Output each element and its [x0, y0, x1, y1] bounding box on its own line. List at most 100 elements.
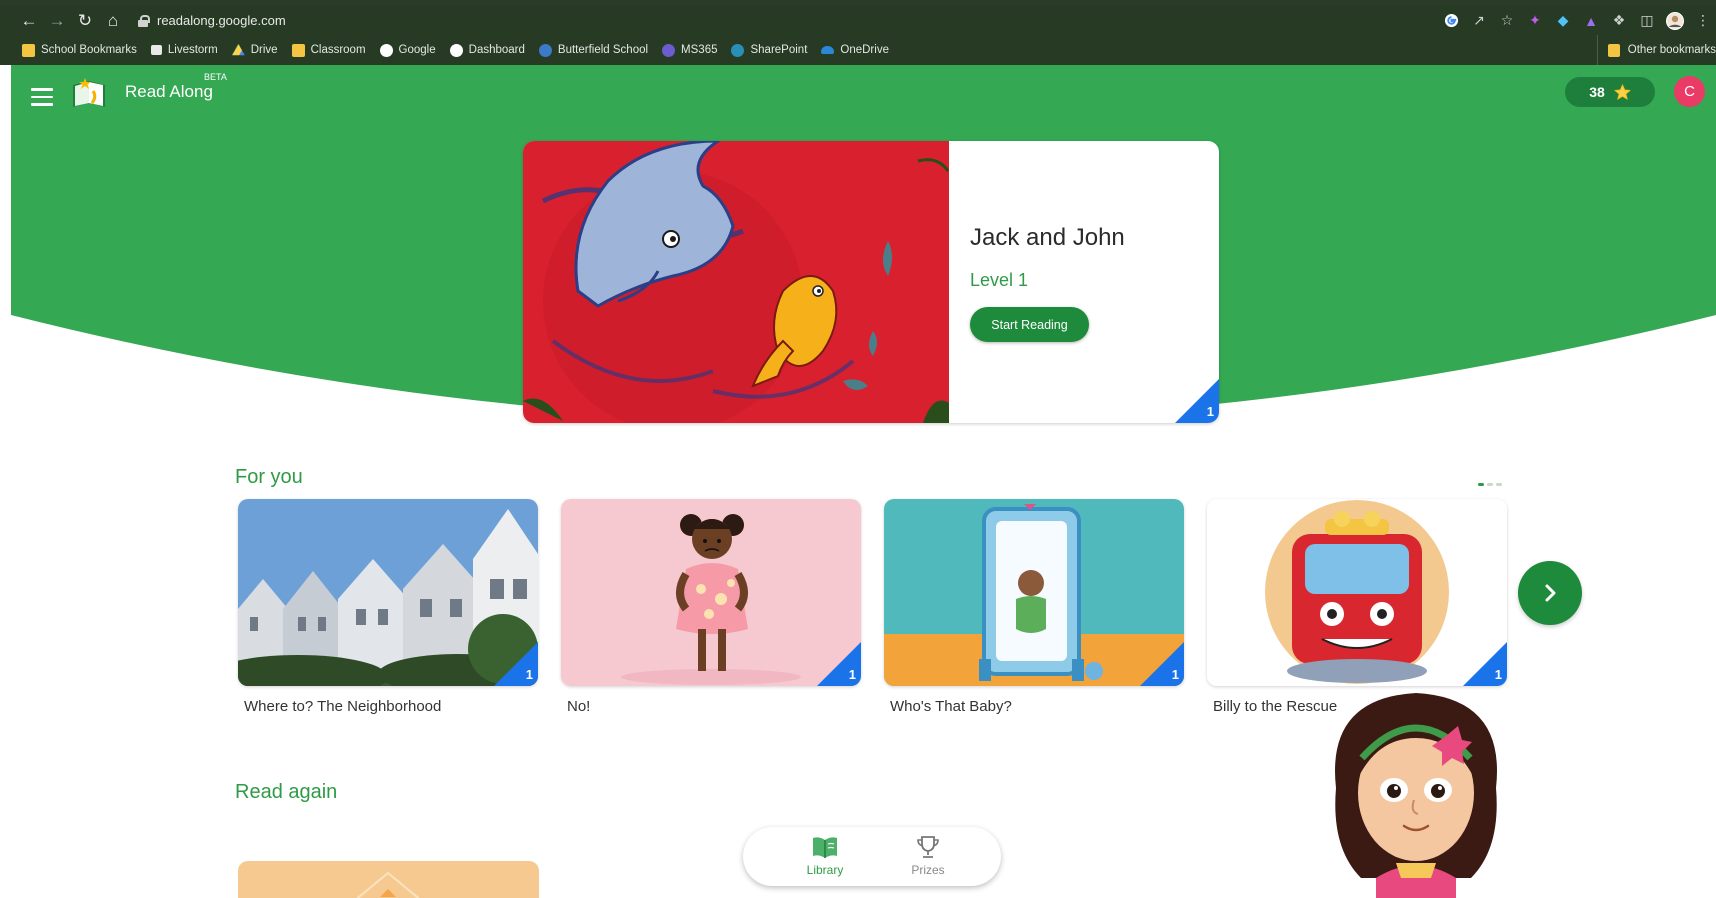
bookmark-label: School Bookmarks — [41, 44, 137, 56]
bookmark-school-bookmarks[interactable]: School Bookmarks — [22, 43, 137, 57]
bookmark-label: Drive — [250, 44, 278, 56]
brand-name: Read Along — [125, 82, 213, 101]
other-bookmarks-label: Other bookmarks — [1627, 44, 1716, 56]
read-along-logo[interactable] — [71, 77, 107, 111]
share-icon[interactable]: ↗ — [1470, 12, 1488, 30]
book-title: Who's That Baby? — [890, 698, 1012, 715]
extension-diamond-icon[interactable]: ◆ — [1554, 12, 1572, 30]
tab-library-label: Library — [806, 863, 844, 877]
sharepoint-icon — [538, 43, 552, 57]
read-again-book-card[interactable] — [238, 861, 539, 898]
level-badge-number: 1 — [848, 667, 856, 682]
level-badge: 1 — [1140, 642, 1184, 686]
featured-book-title: Jack and John — [970, 224, 1125, 251]
lock-icon — [138, 14, 150, 27]
featured-book-card[interactable]: Jack and John Level 1 Start Reading 1 — [523, 141, 1219, 423]
book-cover-image — [356, 871, 420, 898]
bookmark-sharepoint[interactable]: SharePoint — [731, 43, 808, 57]
ms365-icon — [662, 43, 676, 57]
bookmark-label: Google — [398, 44, 436, 56]
book-card[interactable]: 1 Where to? The Neighborhood — [238, 499, 538, 715]
star-icon — [1614, 83, 1631, 100]
extensions-puzzle-icon[interactable]: ❖ — [1610, 12, 1628, 30]
bookmark-label: MS365 — [681, 44, 718, 56]
start-reading-button[interactable]: Start Reading — [970, 307, 1089, 342]
for-you-heading: For you — [235, 466, 303, 488]
book-card[interactable]: 1 Who's That Baby? — [884, 499, 1184, 715]
livestorm-icon — [150, 45, 162, 55]
level-badge-number: 1 — [1206, 404, 1214, 419]
url-text: readalong.google.com — [157, 13, 286, 28]
bookmarks-bar: School Bookmarks Livestorm Drive Classro… — [0, 35, 1716, 65]
tab-prizes-label: Prizes — [911, 863, 945, 877]
browser-toolbar-right: ↗ ☆ ✦ ◆ ▲ ❖ ◫ ⋮ — [1442, 6, 1716, 35]
level-badge: 1 — [494, 642, 538, 686]
bookmark-label: OneDrive — [840, 44, 889, 56]
book-card[interactable]: 1 No! — [561, 499, 861, 715]
stars-counter[interactable]: 38 — [1565, 77, 1655, 107]
featured-book-cover-image — [523, 141, 949, 423]
book-card[interactable]: 1 Billy to the Rescue — [1207, 499, 1507, 715]
home-icon[interactable]: ⌂ — [102, 10, 124, 32]
bookmark-label: Dashboard — [468, 44, 525, 56]
drive-icon — [231, 43, 245, 56]
carousel-page-indicator — [1478, 483, 1502, 486]
url-field[interactable]: readalong.google.com — [138, 10, 286, 32]
library-book-icon — [813, 837, 837, 858]
level-badge: 1 — [1463, 642, 1507, 686]
tab-library[interactable]: Library — [790, 835, 860, 880]
book-title: No! — [567, 698, 591, 715]
stars-count: 38 — [1589, 84, 1605, 100]
bookmark-livestorm[interactable]: Livestorm — [150, 44, 218, 56]
level-badge-number: 1 — [1494, 667, 1502, 682]
onedrive-icon — [821, 46, 835, 54]
reading-buddy-character[interactable] — [1316, 688, 1516, 898]
bookmark-label: Butterfield School — [557, 44, 649, 56]
tab-prizes[interactable]: Prizes — [893, 835, 963, 880]
folder-icon — [1607, 43, 1620, 57]
book-title: Where to? The Neighborhood — [244, 698, 442, 715]
chevron-right-icon — [1545, 584, 1556, 602]
extension-tm-icon[interactable]: ▲ — [1582, 12, 1600, 30]
read-again-heading: Read again — [235, 781, 338, 803]
back-icon[interactable]: ← — [18, 10, 40, 32]
trophy-icon — [917, 836, 939, 858]
level-badge: 1 — [817, 642, 861, 686]
book-cover-image — [561, 499, 861, 686]
bookmark-drive[interactable]: Drive — [231, 43, 278, 57]
bookmark-classroom[interactable]: Classroom — [291, 43, 366, 57]
side-panel-icon[interactable]: ◫ — [1638, 12, 1656, 30]
bookmark-butterfield-school[interactable]: Butterfield School — [538, 43, 649, 57]
book-cover-image — [1207, 499, 1507, 686]
level-badge-number: 1 — [525, 667, 533, 682]
extension-icon[interactable]: ✦ — [1526, 12, 1544, 30]
read-along-app: Read Along BETA 38 C Jack and John Level… — [11, 65, 1716, 898]
level-badge-number: 1 — [1171, 667, 1179, 682]
bookmark-onedrive[interactable]: OneDrive — [821, 44, 889, 56]
book-cover-image — [238, 499, 538, 686]
google-icon — [449, 43, 463, 57]
forward-icon[interactable]: → — [46, 10, 68, 32]
book-cover-image — [884, 499, 1184, 686]
google-icon — [379, 43, 393, 57]
profile-icon[interactable] — [1666, 11, 1684, 30]
bookmark-dashboard[interactable]: Dashboard — [449, 43, 525, 57]
bookmark-google[interactable]: Google — [379, 43, 436, 57]
level-badge: 1 — [1175, 379, 1219, 423]
classroom-icon — [291, 43, 305, 57]
reload-icon[interactable]: ↻ — [74, 10, 96, 32]
bookmark-star-icon[interactable]: ☆ — [1498, 12, 1516, 30]
user-avatar[interactable]: C — [1674, 76, 1705, 107]
google-lens-icon[interactable] — [1442, 12, 1460, 30]
hamburger-menu-icon[interactable] — [31, 88, 53, 106]
sharepoint-icon — [731, 43, 745, 57]
bookmark-label: SharePoint — [750, 44, 808, 56]
bookmark-label: Classroom — [310, 44, 366, 56]
bookmark-label: Livestorm — [167, 44, 218, 56]
more-menu-icon[interactable]: ⋮ — [1694, 12, 1712, 30]
other-bookmarks[interactable]: Other bookmarks — [1596, 35, 1716, 65]
bookmark-ms365[interactable]: MS365 — [662, 43, 718, 57]
folder-icon — [22, 43, 35, 57]
beta-badge: BETA — [204, 72, 227, 82]
carousel-next-button[interactable] — [1518, 561, 1582, 625]
